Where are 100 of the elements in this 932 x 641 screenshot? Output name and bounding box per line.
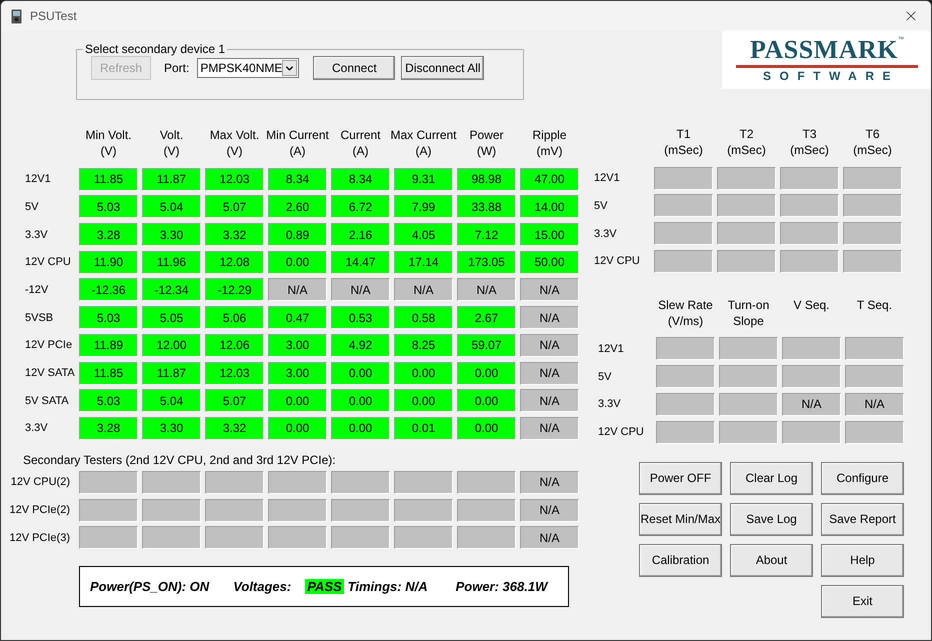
reading-cell: -12.34 xyxy=(142,278,201,302)
reading-cell: 3.32 xyxy=(205,223,264,246)
action-button[interactable]: Reset Min/Max xyxy=(639,502,722,536)
column-header: Max Current (A) xyxy=(390,127,457,159)
action-button[interactable]: Power OFF xyxy=(639,462,722,494)
column-header: T Seq. xyxy=(856,296,892,313)
voltages-label: Voltages: xyxy=(233,579,292,594)
reading-cell: 0.00 xyxy=(268,389,327,412)
reading-cell: 11.89 xyxy=(79,334,138,357)
action-button[interactable]: Exit xyxy=(821,584,904,618)
reading-cell: 59.07 xyxy=(457,334,516,357)
reading-cell: -12.29 xyxy=(205,278,264,302)
column-header: Max Volt. (V) xyxy=(210,127,260,159)
secondary-caption: Secondary Testers (2nd 12V CPU, 2nd and 3rd 12V PCIe): xyxy=(23,452,337,467)
reading-cell: 11.85 xyxy=(79,168,138,191)
connect-button[interactable]: Connect xyxy=(313,56,396,80)
column-header: Slew Rate (V/ms) xyxy=(658,296,713,329)
row-label: 12V CPU xyxy=(597,426,644,438)
column-header: V Seq. xyxy=(793,296,830,313)
reading-cell: N/A xyxy=(331,278,390,302)
row-label: 12V CPU xyxy=(594,255,640,268)
total-power: Power: 368.1W xyxy=(456,579,548,594)
reading-cell: 2.16 xyxy=(331,223,390,246)
reading-cell: 5.04 xyxy=(142,389,201,412)
reading-cell: 8.25 xyxy=(394,334,453,357)
reading-cell: 0.00 xyxy=(331,362,390,384)
action-button[interactable]: Calibration xyxy=(639,544,722,576)
reading-cell: 11.85 xyxy=(79,362,138,384)
reading-cell: 15.00 xyxy=(520,223,579,246)
reading-cell: 5.06 xyxy=(205,306,264,330)
reading-cell: N/A xyxy=(520,389,579,412)
reading-cell: 5.07 xyxy=(205,389,264,412)
reading-cell: 3.32 xyxy=(205,416,264,440)
row-label: 3.3V xyxy=(597,398,621,410)
action-button[interactable]: Save Log xyxy=(730,502,813,536)
timings-status: Timings: N/A xyxy=(348,579,428,594)
reading-cell: 173.05 xyxy=(457,250,516,274)
column-header: Current (A) xyxy=(340,127,380,159)
reading-cell: 0.47 xyxy=(268,306,327,330)
reading-cell: N/A xyxy=(520,416,579,440)
action-button[interactable]: About xyxy=(730,544,813,576)
row-label: 5V xyxy=(597,370,612,383)
reading-cell: 5.04 xyxy=(142,195,201,218)
disconnect-button[interactable]: Disconnect All xyxy=(401,56,484,80)
reading-cell: 0.58 xyxy=(394,306,453,330)
port-label: Port: xyxy=(164,61,190,75)
reading-cell: N/A xyxy=(845,392,904,416)
column-header: Volt. (V) xyxy=(160,127,184,159)
reading-cell: 50.00 xyxy=(520,250,579,274)
reading-cell: 3.28 xyxy=(79,416,138,440)
reading-cell: 98.98 xyxy=(457,168,516,191)
reading-cell: 33.88 xyxy=(457,195,516,218)
reading-cell: 12.08 xyxy=(205,250,264,274)
row-label: 5V xyxy=(594,200,608,212)
reading-cell: 0.00 xyxy=(268,416,327,440)
action-button[interactable]: Clear Log xyxy=(730,462,813,494)
reading-cell: 47.00 xyxy=(520,168,579,191)
port-dropdown[interactable]: PMPSK40NME xyxy=(197,58,300,78)
voltages-result: PASS xyxy=(305,579,344,594)
reading-cell: 14.47 xyxy=(331,250,390,274)
column-header: T1 (mSec) xyxy=(664,126,703,158)
reading-cell: 3.00 xyxy=(268,334,327,357)
column-header: Min Current (A) xyxy=(266,127,329,159)
action-button[interactable]: Configure xyxy=(821,462,904,494)
reading-cell: 5.03 xyxy=(79,306,138,330)
row-label: 3.3V xyxy=(594,228,617,240)
reading-cell: 0.00 xyxy=(331,389,390,412)
action-button[interactable]: Save Report xyxy=(821,502,904,536)
window-title: PSUTest xyxy=(30,9,78,23)
device-icon xyxy=(11,8,22,24)
reading-cell: 9.31 xyxy=(394,168,453,191)
reading-cell: 0.53 xyxy=(331,306,390,330)
reading-cell: N/A xyxy=(457,278,516,302)
reading-cell: 11.96 xyxy=(142,250,201,274)
reading-cell: 3.30 xyxy=(142,416,201,440)
reading-cell: 0.00 xyxy=(394,362,453,384)
column-header: Power (W) xyxy=(469,127,504,159)
reading-cell: 3.28 xyxy=(79,223,138,246)
reading-cell: 11.87 xyxy=(142,168,201,191)
action-button[interactable]: Help xyxy=(821,544,904,576)
reading-cell: 4.92 xyxy=(331,334,390,357)
reading-cell: 0.00 xyxy=(457,416,516,440)
row-label: 5V xyxy=(24,200,38,213)
reading-cell: N/A xyxy=(782,392,841,416)
reading-cell: 17.14 xyxy=(394,250,453,274)
reading-cell: 0.00 xyxy=(394,389,453,412)
group-title: Select secondary device 1 xyxy=(84,42,226,56)
reading-cell: 2.67 xyxy=(457,306,516,330)
reading-cell: 7.12 xyxy=(457,223,516,246)
reading-cell: 0.89 xyxy=(268,223,327,246)
reading-cell: 5.03 xyxy=(79,389,138,412)
column-header: Min Volt. (V) xyxy=(85,127,132,159)
row-label: 12V1 xyxy=(24,173,51,186)
reading-cell: N/A xyxy=(520,498,579,522)
reading-cell: N/A xyxy=(394,278,453,302)
reading-cell: 5.03 xyxy=(79,195,138,218)
reading-cell: 5.07 xyxy=(205,195,264,218)
row-label: 12V PCIe(2) xyxy=(9,504,71,516)
column-header: Turn-on Slope xyxy=(728,296,770,329)
reading-cell: 8.34 xyxy=(268,168,327,191)
